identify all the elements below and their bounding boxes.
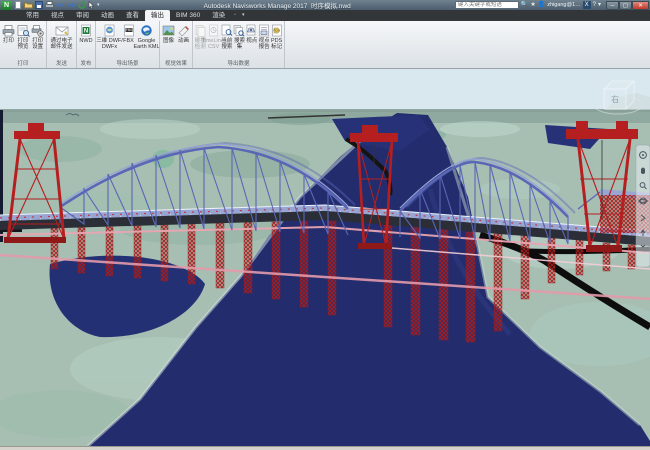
- help-icon[interactable]: ?: [593, 1, 596, 9]
- export-viewpoints-report-button[interactable]: 视点报告: [258, 22, 271, 50]
- signed-in-username[interactable]: zhigang@1…: [547, 2, 580, 8]
- export-kml-button[interactable]: GoogleEarth KML: [135, 22, 158, 50]
- viewpoints-icon: [246, 23, 258, 38]
- open-file-icon[interactable]: [24, 1, 33, 9]
- publish-nwd-button[interactable]: N NWD: [78, 22, 94, 44]
- search-sets-icon: [233, 23, 245, 38]
- export-clash-tests-button: 碰撞检测: [194, 22, 207, 50]
- export-fbx-button[interactable]: FBX FBX: [122, 22, 135, 44]
- help-dropdown-icon[interactable]: ▾: [598, 1, 601, 9]
- ribbon-display-toggle-icon[interactable]: ▫: [231, 10, 239, 21]
- svg-text:PDS: PDS: [273, 28, 279, 32]
- panel-export-scene: 三维 DWF/DWFx FBX FBX GoogleEarth KML 导出场景: [96, 21, 160, 68]
- save-icon[interactable]: [35, 1, 43, 9]
- infocenter-search-input[interactable]: [455, 1, 519, 9]
- exchange-apps-icon[interactable]: X: [583, 1, 591, 9]
- undo-icon[interactable]: [56, 1, 65, 9]
- printer-icon: [2, 23, 15, 38]
- user-avatar-icon[interactable]: 👤: [538, 1, 545, 9]
- panel-publish: N NWD 发布: [77, 21, 96, 68]
- google-earth-icon: [140, 23, 153, 38]
- refresh-icon[interactable]: [78, 1, 86, 9]
- tab-home[interactable]: 常用: [20, 10, 45, 21]
- svg-text:FBX: FBX: [125, 28, 132, 32]
- image-icon: [162, 23, 175, 38]
- tab-output[interactable]: 输出: [145, 10, 170, 21]
- favorites-star-icon[interactable]: ★: [530, 1, 535, 9]
- clash-tests-icon: [195, 23, 206, 38]
- fbx-file-icon: FBX: [123, 23, 135, 38]
- window-controls: ─ ▢ ✕: [606, 1, 649, 10]
- app-logo-icon[interactable]: N: [1, 1, 12, 10]
- export-dwf-button[interactable]: 三维 DWF/DWFx: [97, 22, 122, 50]
- navigation-bar[interactable]: [636, 145, 650, 267]
- panel-print: 打印 打印预览 打印设置 打印: [0, 21, 47, 68]
- animation-icon: [177, 23, 190, 38]
- maximize-button[interactable]: ▢: [619, 1, 632, 10]
- tab-animation[interactable]: 动画: [95, 10, 120, 21]
- svg-text:N: N: [84, 29, 88, 35]
- search-go-icon[interactable]: 🔍: [521, 1, 528, 9]
- redo-icon[interactable]: [67, 1, 76, 9]
- print-preview-button[interactable]: 打印预览: [16, 22, 31, 50]
- tab-viewpoint[interactable]: 视点: [45, 10, 70, 21]
- navisworks-window: N ▾ Autodesk Navisworks Manage 2017 时序模拟…: [0, 0, 650, 450]
- minimize-button[interactable]: ─: [606, 1, 619, 10]
- infocenter: 🔍 ★ 👤 zhigang@1… X ? ▾ ─ ▢ ✕: [455, 1, 650, 10]
- window-title: Autodesk Navisworks Manage 2017 时序模拟.nwd: [100, 0, 455, 10]
- export-animation-button[interactable]: 动画: [176, 22, 191, 44]
- tab-view[interactable]: 查看: [120, 10, 145, 21]
- export-search-sets-button[interactable]: 搜索集: [233, 22, 246, 50]
- new-file-icon[interactable]: [14, 1, 22, 9]
- tab-render[interactable]: 渲染: [206, 10, 231, 21]
- print-icon[interactable]: [45, 1, 54, 9]
- ribbon: 打印 打印预览 打印设置 打印 通过电子邮件发送 发送: [0, 21, 650, 69]
- export-image-button[interactable]: 图像: [161, 22, 176, 44]
- quick-access-toolbar: ▾: [14, 1, 100, 9]
- print-settings-button[interactable]: 打印设置: [30, 22, 45, 50]
- tab-bim360[interactable]: BIM 360: [170, 10, 206, 21]
- pds-tags-icon: PDS: [271, 23, 283, 38]
- print-button[interactable]: 打印: [1, 22, 16, 44]
- send-email-button[interactable]: 通过电子邮件发送: [48, 22, 75, 50]
- panel-visuals: 图像 动画 视觉效果: [160, 21, 193, 68]
- close-button[interactable]: ✕: [632, 1, 649, 10]
- viewpoints-report-icon: [258, 23, 270, 38]
- panel-send: 通过电子邮件发送 发送: [47, 21, 77, 68]
- export-current-search-button[interactable]: 当前搜索: [221, 22, 234, 50]
- print-settings-icon: [31, 23, 44, 38]
- viewcube-face-label[interactable]: 右: [611, 94, 619, 104]
- current-search-icon: [221, 23, 233, 38]
- nwd-file-icon: N: [80, 23, 92, 38]
- status-bar: [0, 446, 650, 450]
- export-viewpoints-button[interactable]: 视点: [246, 22, 258, 44]
- panel-export-data: 碰撞检测 TimeLinerCSV 当前搜索 搜索集 视点: [193, 21, 285, 68]
- dwf-file-icon: [103, 23, 116, 38]
- nav-pan-hand-icon[interactable]: [641, 168, 645, 175]
- export-pds-tags-button[interactable]: PDS PDS标记: [270, 22, 283, 50]
- email-icon: [55, 23, 69, 38]
- tab-review[interactable]: 审阅: [70, 10, 95, 21]
- select-cursor-icon[interactable]: [88, 1, 95, 9]
- title-bar: N ▾ Autodesk Navisworks Manage 2017 时序模拟…: [0, 0, 650, 10]
- ribbon-tab-bar: 常用 视点 审阅 动画 查看 输出 BIM 360 渲染 ▫ ▾: [0, 10, 650, 21]
- export-timeliner-csv-button: TimeLinerCSV: [207, 22, 221, 50]
- timeliner-csv-icon: [208, 23, 219, 38]
- ribbon-display-dropdown-icon[interactable]: ▾: [239, 10, 248, 21]
- 3d-viewport[interactable]: 右: [0, 69, 650, 446]
- ribbon-empty-area: [285, 21, 650, 68]
- print-preview-icon: [17, 23, 30, 38]
